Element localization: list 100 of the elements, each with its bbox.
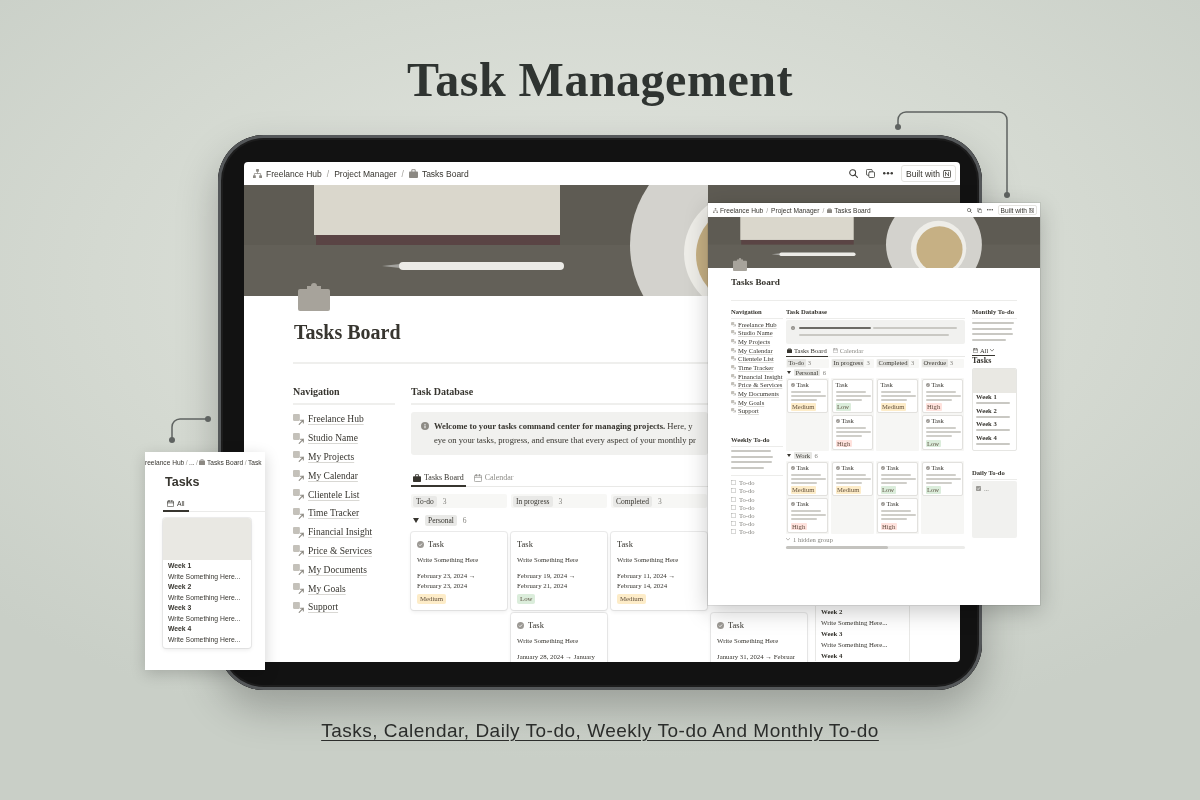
nav-link[interactable]: Financial Insight xyxy=(293,522,373,542)
copy-icon[interactable] xyxy=(976,207,982,213)
checkbox[interactable] xyxy=(731,480,736,486)
text-line xyxy=(790,509,821,512)
card-title: Task xyxy=(728,619,744,631)
page-link-icon xyxy=(731,399,736,405)
sitemap-icon xyxy=(253,169,262,178)
breadcrumb-separator: / xyxy=(326,168,330,179)
more-icon[interactable] xyxy=(883,172,893,175)
caption: Tasks, Calendar, Daily To-do, Weekly To-do And Monthly To-do xyxy=(321,720,879,742)
text-line xyxy=(976,415,1010,418)
page-link-icon xyxy=(731,390,736,396)
card-title: Task xyxy=(517,538,533,550)
text-line xyxy=(972,327,1012,330)
text-line xyxy=(835,482,862,485)
check-circle-icon xyxy=(417,540,424,548)
nav-link[interactable]: Freelance Hub xyxy=(293,410,364,429)
copy-icon[interactable] xyxy=(866,169,875,178)
nav-link[interactable]: Time Tracker xyxy=(293,504,360,523)
page-link-icon xyxy=(731,321,736,327)
checkbox[interactable] xyxy=(731,496,736,502)
text-line xyxy=(972,333,1013,335)
nav-link[interactable]: Price & Services xyxy=(293,541,372,561)
page-link-icon xyxy=(293,545,304,557)
page-link-icon xyxy=(293,601,304,613)
page-link-icon xyxy=(293,413,304,425)
text-line xyxy=(731,461,772,464)
page-link-icon xyxy=(293,470,304,482)
toggle-triangle-icon[interactable] xyxy=(787,371,791,374)
check-circle-icon xyxy=(880,502,885,506)
page-link-icon xyxy=(731,408,736,414)
card-title: Task xyxy=(528,619,544,631)
page-title: Tasks Board xyxy=(294,320,401,344)
page-link-icon xyxy=(731,365,736,370)
check-circle-icon xyxy=(925,382,930,387)
text-line xyxy=(790,482,817,485)
text-line xyxy=(972,338,1006,341)
callout-text: Welcome to your tasks command center for managing projects. Here, y eye on your tasks, progress, and ensure that every aspect of your monthly pr xyxy=(434,420,696,447)
text-line xyxy=(880,509,911,512)
text-line xyxy=(835,426,866,429)
text-line xyxy=(880,399,907,402)
nav-link[interactable]: Support xyxy=(293,597,339,617)
connector-line xyxy=(168,414,212,444)
page-link-icon xyxy=(293,451,304,463)
checkbox[interactable] xyxy=(731,529,736,535)
info-icon xyxy=(791,326,795,330)
check-circle-icon xyxy=(717,621,724,629)
page-link-icon xyxy=(293,583,304,595)
check-circle-icon xyxy=(925,465,930,470)
breadcrumb-link[interactable]: Tasks Board xyxy=(408,168,469,179)
checkbox[interactable] xyxy=(731,488,736,494)
page-link-icon xyxy=(731,347,736,353)
search-icon[interactable] xyxy=(849,169,858,178)
headline: Task Management xyxy=(407,53,793,107)
clipboard-icon xyxy=(298,283,330,311)
toggle-triangle-icon[interactable] xyxy=(413,518,419,523)
check-circle-icon xyxy=(880,465,885,470)
built-with-button[interactable]: Built with xyxy=(901,165,956,182)
logo-icon xyxy=(943,169,951,178)
calendar-icon xyxy=(167,500,174,507)
clipboard-icon xyxy=(733,258,747,271)
checkbox[interactable] xyxy=(731,521,736,527)
logo-icon xyxy=(1029,207,1034,213)
nav-link[interactable]: My Documents xyxy=(293,560,367,580)
breadcrumb-link[interactable]: Project Manager xyxy=(334,168,397,179)
horizontal-scrollbar[interactable] xyxy=(786,545,965,549)
view-tab[interactable]: Tasks Board xyxy=(411,470,466,487)
nav-link[interactable]: My Calendar xyxy=(293,466,358,486)
check-circle-icon xyxy=(790,382,795,387)
text-line xyxy=(731,466,764,469)
briefcase-icon xyxy=(787,348,792,354)
page-link-icon xyxy=(293,564,304,576)
nav-link[interactable]: My Projects xyxy=(293,447,355,467)
text-line xyxy=(835,399,862,402)
search-icon[interactable] xyxy=(966,207,972,213)
nav-link[interactable]: Studio Name xyxy=(293,428,358,448)
toggle-triangle-icon[interactable] xyxy=(787,454,791,457)
page-link-icon xyxy=(731,339,736,345)
checkbox[interactable] xyxy=(731,504,736,510)
page-link-icon xyxy=(293,526,304,538)
text-line xyxy=(925,426,956,429)
nav-link[interactable]: My Goals xyxy=(293,579,346,598)
text-line xyxy=(731,455,773,458)
page-link-icon xyxy=(731,382,736,388)
nav-link[interactable]: Clientele List xyxy=(293,485,360,504)
chevron-icon xyxy=(990,349,995,352)
chevron-icon[interactable] xyxy=(786,538,790,541)
check-circle-icon xyxy=(925,419,930,423)
page-title: Tasks Board xyxy=(731,277,780,288)
checkbox[interactable] xyxy=(731,512,736,518)
view-tab[interactable]: Calendar xyxy=(471,470,516,487)
check-circle-icon xyxy=(517,621,524,629)
gallery-title: Tasks xyxy=(972,356,992,366)
page-link-icon xyxy=(731,330,736,336)
page-link-icon xyxy=(731,373,736,379)
page-link-icon xyxy=(731,356,736,362)
breadcrumb-link[interactable]: Freelance Hub xyxy=(253,168,322,179)
page-link-icon xyxy=(293,507,304,519)
text-line xyxy=(799,327,871,329)
photo-placeholder xyxy=(973,369,1016,393)
